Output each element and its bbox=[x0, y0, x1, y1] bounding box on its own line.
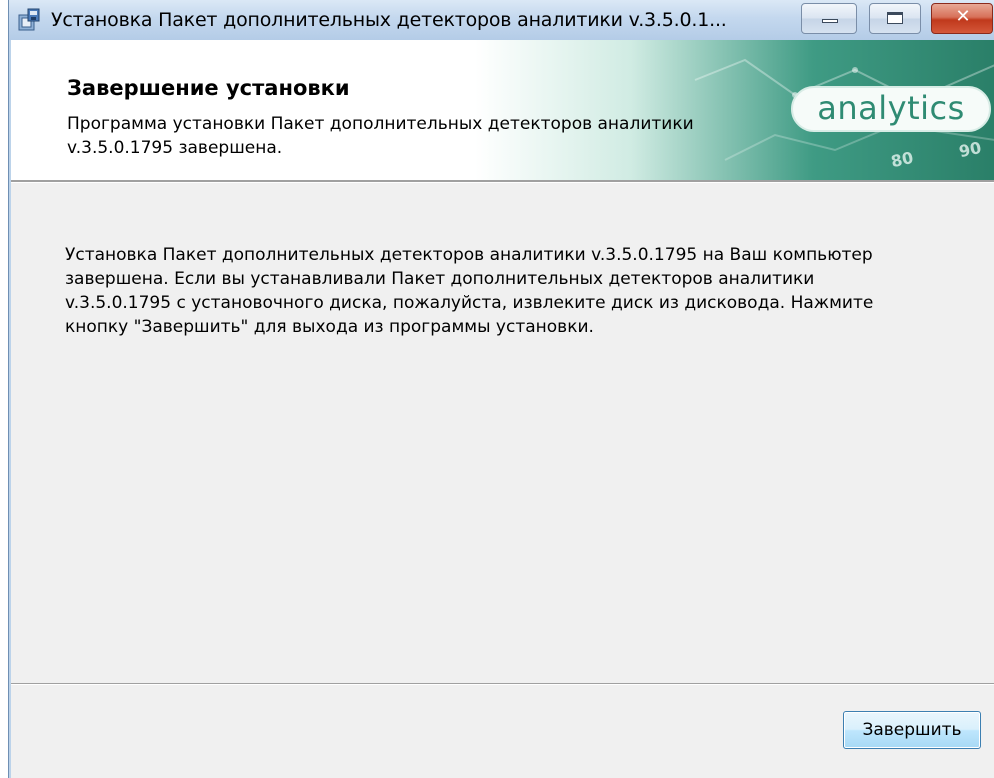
installer-window: Установка Пакет дополнительных детекторо… bbox=[8, 0, 994, 778]
close-button[interactable]: ✕ bbox=[931, 3, 993, 34]
page-subtitle: Программа установки Пакет дополнительных… bbox=[67, 114, 694, 158]
page-title: Завершение установки bbox=[67, 76, 350, 100]
maximize-icon bbox=[887, 12, 903, 24]
minimize-button[interactable] bbox=[801, 3, 857, 34]
minimize-icon bbox=[822, 19, 838, 23]
analytics-logo: analytics bbox=[791, 86, 991, 132]
window-title: Установка Пакет дополнительных детекторо… bbox=[51, 9, 727, 31]
installer-icon bbox=[17, 8, 41, 32]
logo-text: analytics bbox=[817, 89, 965, 127]
header-panel: Завершение установки Программа установки… bbox=[11, 40, 994, 180]
completion-message: Установка Пакет дополнительных детекторо… bbox=[65, 245, 874, 337]
title-bar[interactable]: Установка Пакет дополнительных детекторо… bbox=[9, 0, 994, 40]
maximize-button[interactable] bbox=[869, 3, 921, 34]
close-icon: ✕ bbox=[955, 6, 971, 27]
content-panel: Установка Пакет дополнительных детекторо… bbox=[11, 183, 994, 683]
footer-panel: Завершить bbox=[11, 685, 994, 778]
finish-button[interactable]: Завершить bbox=[843, 711, 981, 749]
